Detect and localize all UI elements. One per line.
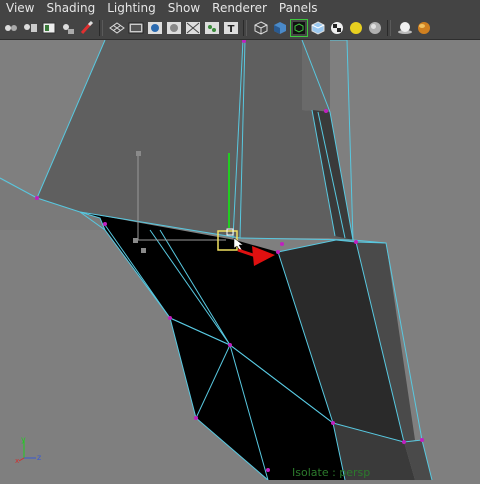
use-lights-icon[interactable]: [348, 20, 364, 36]
gate-mask-icon[interactable]: [166, 20, 182, 36]
grease-pencil-icon[interactable]: [79, 20, 95, 36]
safe-title-icon[interactable]: T: [223, 20, 239, 36]
isolate-status-text: Isolate : persp: [292, 466, 371, 479]
panel-toolbar: T: [0, 17, 480, 40]
manipulator-handle[interactable]: [141, 248, 146, 253]
wireframe-on-shaded-icon[interactable]: [290, 19, 308, 37]
viewport-scene[interactable]: [0, 39, 480, 481]
manipulator-handle[interactable]: [136, 151, 141, 156]
ambient-occlusion-icon[interactable]: [397, 20, 413, 36]
smooth-shade-icon[interactable]: [272, 20, 288, 36]
menu-view[interactable]: View: [0, 0, 40, 17]
image-plane-icon[interactable]: [41, 20, 57, 36]
viewport-3d[interactable]: [0, 39, 480, 481]
film-gate-icon[interactable]: [128, 20, 144, 36]
textured-icon[interactable]: [329, 20, 345, 36]
toolbar-separator: [387, 20, 391, 36]
x-ray-icon[interactable]: [310, 20, 326, 36]
wireframe-icon[interactable]: [253, 20, 269, 36]
toolbar-separator: [243, 20, 247, 36]
motion-blur-icon[interactable]: [416, 20, 432, 36]
shadows-icon[interactable]: [367, 20, 383, 36]
toolbar-separator: [99, 20, 103, 36]
svg-text:T: T: [228, 24, 235, 35]
menu-renderer[interactable]: Renderer: [206, 0, 273, 17]
view-axis-gizmo: y z x: [14, 432, 46, 465]
menubar: View Shading Lighting Show Renderer Pane…: [0, 0, 480, 17]
field-chart-icon[interactable]: [185, 20, 201, 36]
axis-y-label: y: [21, 435, 26, 444]
two-d-pan-icon[interactable]: [60, 20, 76, 36]
axis-z-label: z: [37, 453, 41, 462]
axis-x-label: x: [15, 457, 19, 464]
menu-show[interactable]: Show: [162, 0, 206, 17]
camera-attributes-icon[interactable]: [3, 20, 19, 36]
manipulator-handle[interactable]: [133, 238, 138, 243]
menu-lighting[interactable]: Lighting: [101, 0, 162, 17]
grid-icon[interactable]: [109, 20, 125, 36]
safe-action-icon[interactable]: [204, 20, 220, 36]
camera-bookmark-icon[interactable]: [22, 20, 38, 36]
resolution-gate-icon[interactable]: [147, 20, 163, 36]
menu-panels[interactable]: Panels: [273, 0, 324, 17]
axis-x-line: [18, 457, 25, 462]
menu-shading[interactable]: Shading: [40, 0, 101, 17]
